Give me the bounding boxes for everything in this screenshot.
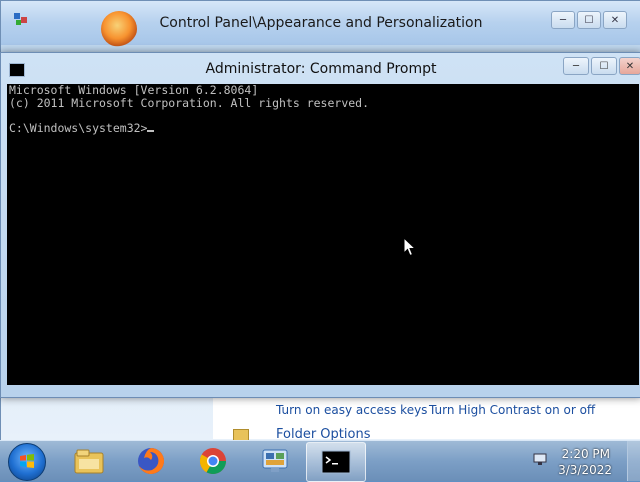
clock-date[interactable]: 3/3/2022 (558, 463, 612, 477)
system-tray: 2:20 PM 3/3/2022 (520, 441, 640, 481)
command-prompt-icon (321, 450, 351, 474)
command-prompt-titlebar[interactable]: Administrator: Command Prompt ─ ☐ ✕ (1, 53, 640, 83)
cmd-minimize-button[interactable]: ─ (563, 57, 589, 75)
cp-maximize-button[interactable]: ☐ (577, 11, 601, 29)
cmd-close-button[interactable]: ✕ (619, 57, 640, 75)
high-contrast-link[interactable]: Turn High Contrast on or off (429, 403, 595, 417)
firefox-icon (138, 448, 164, 474)
control-panel-icon (262, 449, 288, 472)
file-explorer-icon (74, 449, 104, 474)
network-icon[interactable] (532, 451, 548, 467)
console-prompt-line[interactable]: C:\Windows\system32> (7, 120, 639, 135)
command-prompt-window: Administrator: Command Prompt ─ ☐ ✕ Micr… (0, 52, 640, 398)
console-prompt: C:\Windows\system32> (9, 120, 148, 135)
clock-time[interactable]: 2:20 PM (562, 447, 610, 461)
console-line: Microsoft Windows [Version 6.2.8064] (9, 84, 259, 97)
taskbar-control-panel[interactable] (246, 442, 304, 480)
taskbar-chrome[interactable] (184, 442, 242, 480)
mouse-pointer-icon (403, 237, 417, 257)
console-output[interactable]: Microsoft Windows [Version 6.2.8064] (c)… (7, 84, 639, 385)
taskbar-file-explorer[interactable] (60, 442, 118, 480)
text-caret (147, 129, 155, 132)
windows-logo-icon (20, 454, 34, 468)
control-panel-titlebar[interactable]: Control Panel\Appearance and Personaliza… (1, 1, 640, 47)
chrome-icon (199, 448, 227, 475)
start-button[interactable] (8, 443, 46, 481)
control-panel-content: Turn on easy access keys Turn High Contr… (213, 393, 640, 442)
cmd-maximize-button[interactable]: ☐ (591, 57, 617, 75)
command-prompt-title: Administrator: Command Prompt (205, 61, 437, 77)
taskbar-command-prompt[interactable] (306, 442, 366, 482)
easy-access-keys-link[interactable]: Turn on easy access keys (276, 403, 427, 417)
cp-minimize-button[interactable]: ─ (551, 11, 575, 29)
show-desktop-button[interactable] (627, 441, 640, 481)
taskbar: 2:20 PM 3/3/2022 (0, 440, 640, 482)
taskbar-firefox[interactable] (122, 442, 180, 480)
console-line: (c) 2011 Microsoft Corporation. All righ… (9, 95, 370, 110)
control-panel-title: Control Panel\Appearance and Personaliza… (159, 15, 483, 31)
cp-close-button[interactable]: ✕ (603, 11, 627, 29)
